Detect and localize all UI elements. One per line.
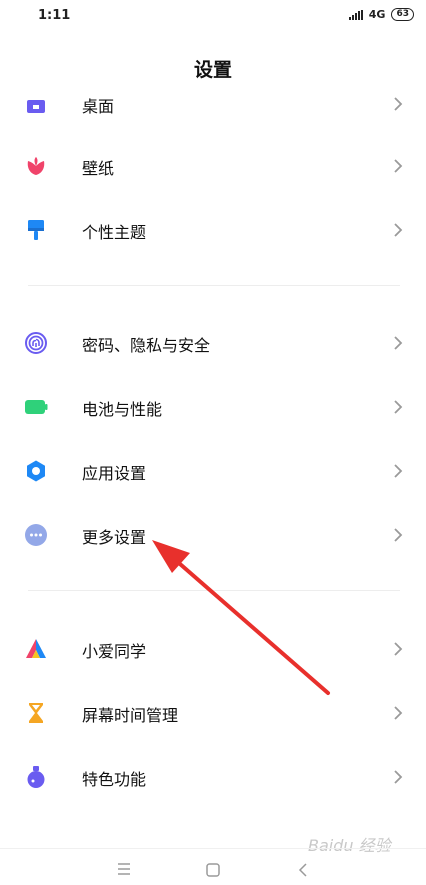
chevron-right-icon bbox=[394, 642, 403, 656]
gear-icon bbox=[27, 460, 45, 482]
settings-row-privacy[interactable]: 密码、隐私与安全 bbox=[0, 313, 426, 373]
settings-row-xiaoai[interactable]: 小爱同学 bbox=[0, 619, 426, 679]
fingerprint-icon bbox=[25, 332, 47, 354]
brush-icon bbox=[28, 220, 44, 240]
back-icon[interactable] bbox=[298, 863, 308, 877]
chevron-right-icon bbox=[394, 770, 403, 784]
flower-icon bbox=[27, 157, 45, 175]
row-label: 更多设置 bbox=[82, 528, 147, 547]
chevron-right-icon bbox=[394, 528, 403, 542]
row-label: 小爱同学 bbox=[82, 642, 147, 661]
status-bar: 1:11 4G 63 bbox=[0, 0, 426, 34]
chevron-right-icon bbox=[394, 97, 403, 111]
chevron-right-icon bbox=[394, 706, 403, 720]
status-indicators: 4G 63 bbox=[348, 8, 414, 21]
settings-row-themes[interactable]: 个性主题 bbox=[0, 200, 426, 260]
settings-row-wallpaper[interactable]: 壁纸 bbox=[0, 136, 426, 196]
signal-icon bbox=[348, 9, 363, 20]
hourglass-icon bbox=[29, 703, 43, 723]
row-label: 屏幕时间管理 bbox=[82, 706, 179, 725]
home-icon bbox=[27, 100, 45, 113]
network-type: 4G bbox=[368, 8, 386, 21]
row-label: 个性主题 bbox=[82, 223, 147, 242]
row-label: 特色功能 bbox=[82, 770, 147, 789]
chevron-right-icon bbox=[394, 464, 403, 478]
chevron-right-icon bbox=[394, 400, 403, 414]
section-divider bbox=[28, 285, 400, 286]
section-divider bbox=[28, 590, 400, 591]
more-icon bbox=[25, 524, 47, 546]
row-label: 壁纸 bbox=[82, 159, 115, 178]
settings-row-apps[interactable]: 应用设置 bbox=[0, 441, 426, 501]
battery-icon bbox=[25, 400, 48, 414]
status-time: 1:11 bbox=[38, 8, 71, 23]
settings-row-screen-time[interactable]: 屏幕时间管理 bbox=[0, 683, 426, 743]
xiaoai-icon bbox=[26, 639, 46, 658]
row-label: 桌面 bbox=[82, 97, 115, 116]
settings-row-features[interactable]: 特色功能 bbox=[0, 747, 426, 807]
chevron-right-icon bbox=[394, 159, 403, 173]
row-label: 电池与性能 bbox=[82, 400, 163, 419]
chevron-right-icon bbox=[394, 336, 403, 350]
battery-indicator: 63 bbox=[391, 8, 414, 21]
settings-screen: 1:11 4G 63 设置 桌面 壁纸 个性主题 密码、隐私与安全 电池与性能 … bbox=[0, 0, 426, 885]
menu-icon[interactable] bbox=[117, 863, 131, 875]
row-label: 应用设置 bbox=[82, 464, 147, 483]
settings-row-battery[interactable]: 电池与性能 bbox=[0, 377, 426, 437]
home-button-icon[interactable] bbox=[206, 863, 220, 877]
settings-row-desktop[interactable]: 桌面 bbox=[0, 74, 426, 134]
flask-icon bbox=[27, 766, 45, 788]
navigation-bar bbox=[0, 848, 426, 885]
row-label: 密码、隐私与安全 bbox=[82, 336, 211, 355]
chevron-right-icon bbox=[394, 223, 403, 237]
settings-row-more[interactable]: 更多设置 bbox=[0, 505, 426, 565]
